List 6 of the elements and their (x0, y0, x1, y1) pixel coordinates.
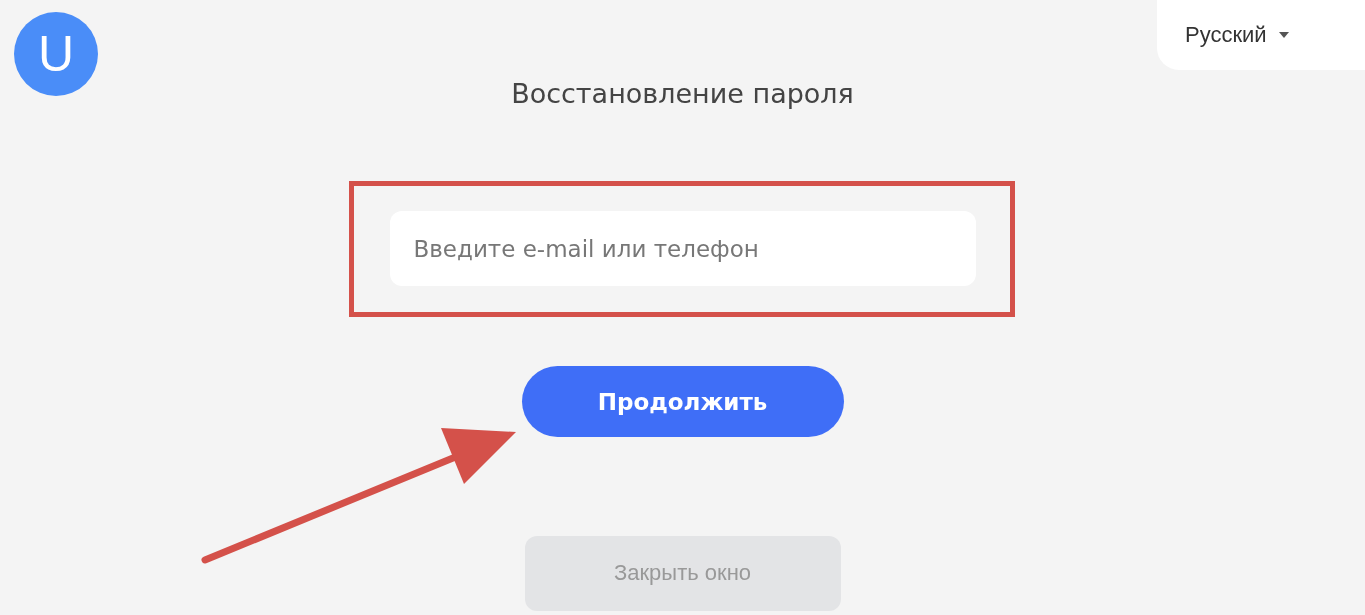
language-selector[interactable]: Русский (1157, 0, 1365, 70)
caret-icon (1278, 32, 1289, 38)
continue-button[interactable]: Продолжить (521, 366, 844, 437)
login-field[interactable]: Введите e-mail или телефон (389, 211, 976, 286)
logo: U (14, 12, 98, 96)
page-title: Восстановление пароля (511, 78, 854, 109)
